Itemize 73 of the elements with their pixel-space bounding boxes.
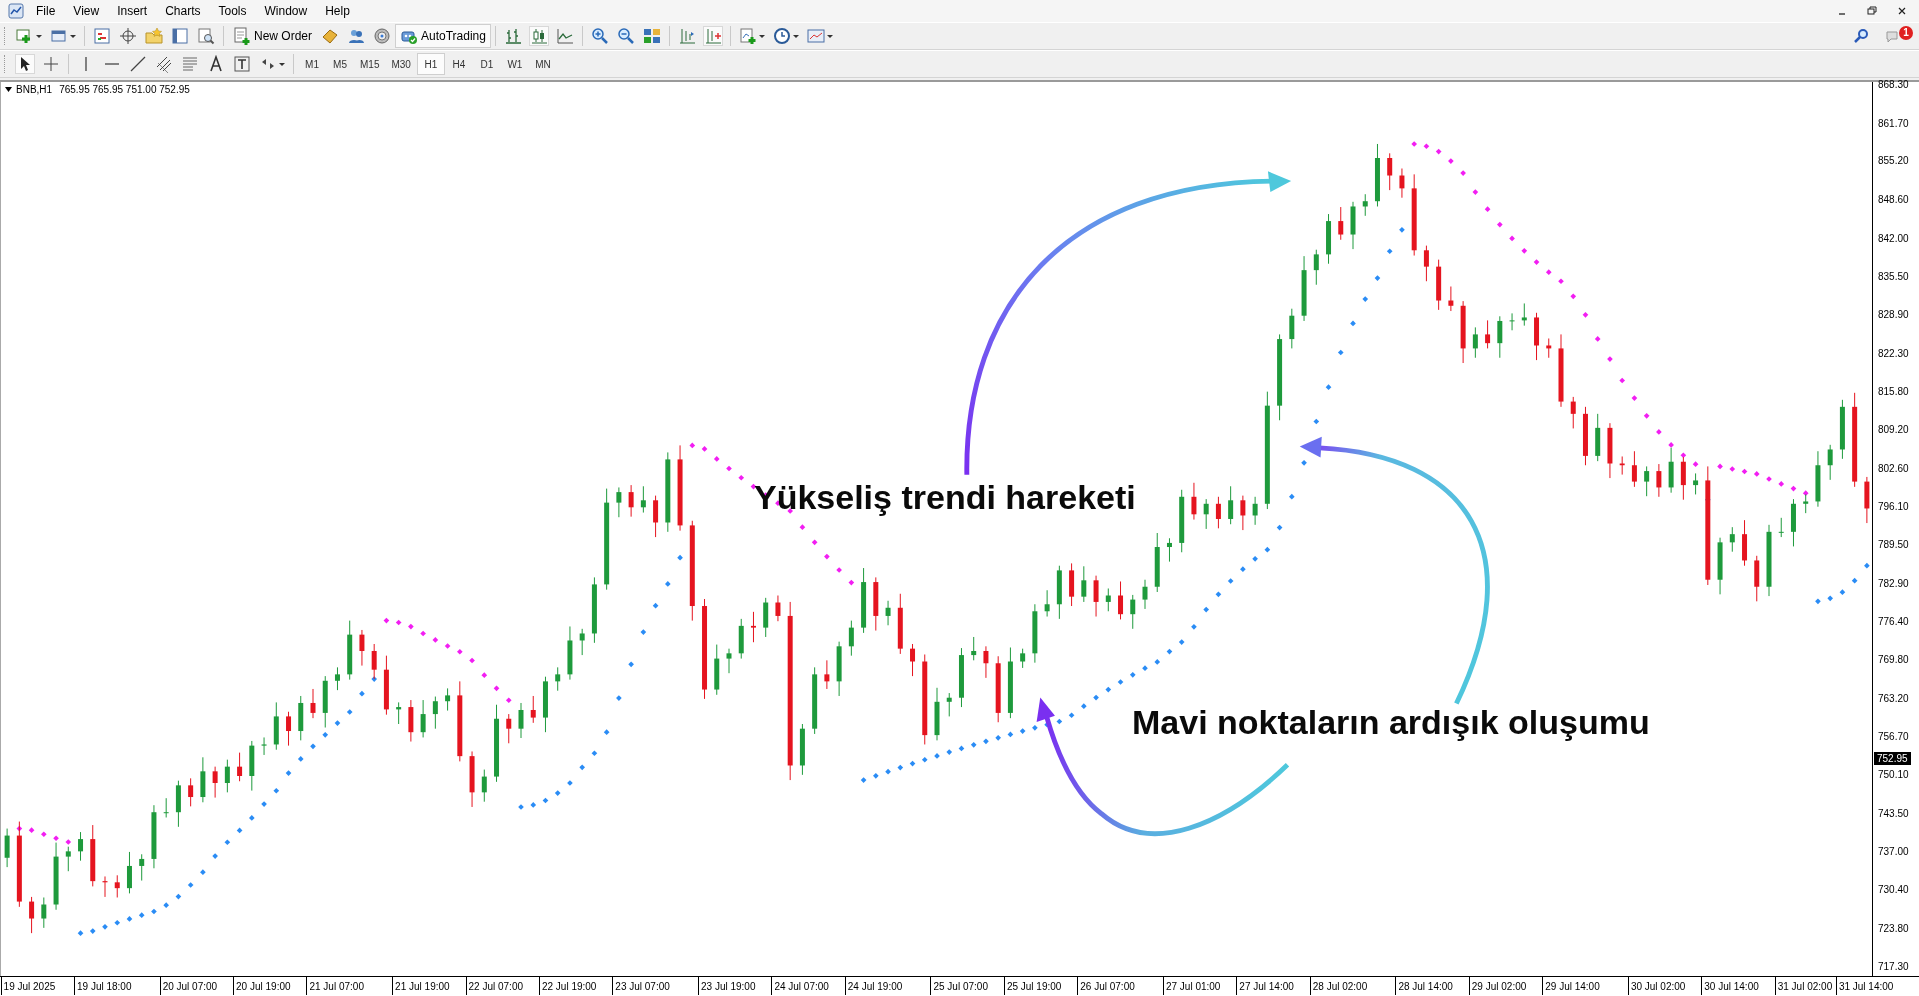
time-label: 22 Jul 07:00 (465, 977, 523, 995)
price-label: 776.40 (1877, 615, 1909, 628)
price-label: 835.50 (1877, 270, 1909, 283)
price-label: 809.20 (1877, 424, 1909, 437)
symbol-label: BNB,H1 (16, 84, 53, 95)
price-label: 828.90 (1877, 309, 1909, 322)
menu-item[interactable]: Charts (157, 2, 211, 20)
time-label: 29 Jul 14:00 (1542, 977, 1600, 995)
time-label: 29 Jul 02:00 (1468, 977, 1527, 995)
price-label: 815.80 (1877, 385, 1909, 398)
auto-trading-button[interactable]: AutoTrading (395, 24, 491, 48)
time-label: 26 Jul 07:00 (1077, 977, 1135, 995)
price-label: 756.70 (1877, 730, 1909, 743)
ohlc-values: 765.95 765.95 751.00 752.95 (59, 84, 190, 95)
price-label: 861.70 (1877, 117, 1909, 130)
time-label: 23 Jul 19:00 (698, 977, 756, 995)
menu-item[interactable]: Tools (210, 2, 257, 20)
timeframe-button[interactable]: H1 (416, 53, 445, 75)
time-label: 31 Jul 14:00 (1835, 977, 1894, 995)
time-label: 30 Jul 14:00 (1701, 977, 1759, 995)
time-label: 19 Jul 2025 (0, 977, 56, 995)
time-label: 23 Jul 07:00 (612, 977, 670, 995)
time-label: 21 Jul 07:00 (306, 977, 364, 995)
price-label: 743.50 (1877, 807, 1909, 820)
price-label: 782.90 (1877, 577, 1909, 590)
price-label: 822.30 (1877, 347, 1909, 360)
time-label: 24 Jul 19:00 (844, 977, 903, 995)
price-label: 769.80 (1877, 654, 1909, 667)
menu-item[interactable]: File (28, 2, 66, 20)
time-label: 28 Jul 02:00 (1309, 977, 1368, 995)
price-label: 855.20 (1877, 155, 1909, 168)
menu-item[interactable]: View (65, 2, 110, 20)
time-label: 31 Jul 02:00 (1774, 977, 1833, 995)
price-label: 763.20 (1877, 692, 1909, 705)
price-label: 848.60 (1877, 194, 1909, 207)
time-label: 24 Jul 07:00 (771, 977, 829, 995)
new-order-button[interactable]: New Order (228, 24, 317, 48)
notification-badge[interactable]: 1 (1899, 26, 1913, 40)
price-label: 717.30 (1877, 961, 1909, 973)
time-label: 27 Jul 14:00 (1236, 977, 1294, 995)
timeframe-button[interactable]: M1 (298, 53, 326, 75)
timeframe-button[interactable]: W1 (500, 53, 529, 75)
timeframe-button[interactable]: MN (528, 53, 557, 75)
timeframe-button[interactable]: D1 (472, 53, 501, 75)
price-label: 723.80 (1877, 923, 1909, 936)
price-label: 796.10 (1877, 500, 1909, 513)
annotation-text: Yükseliş trendi hareketi (754, 478, 1136, 517)
timeframe-button[interactable]: M15 (354, 53, 386, 75)
price-label: 842.00 (1877, 232, 1909, 245)
timeframe-button[interactable]: H4 (444, 53, 473, 75)
annotation-text: Mavi noktaların ardışık oluşumu (1132, 703, 1650, 742)
time-label: 27 Jul 01:00 (1162, 977, 1221, 995)
time-label: 21 Jul 19:00 (392, 977, 450, 995)
price-label: 750.10 (1877, 769, 1909, 782)
price-label: 789.50 (1877, 539, 1909, 552)
time-label: 25 Jul 07:00 (930, 977, 988, 995)
time-label: 19 Jul 18:00 (74, 977, 132, 995)
price-label: 868.30 (1877, 79, 1909, 91)
current-price-label: 752.95 (1874, 751, 1911, 765)
menu-item[interactable]: Window (256, 2, 318, 20)
time-label: 28 Jul 14:00 (1395, 977, 1453, 995)
time-label: 22 Jul 19:00 (538, 977, 597, 995)
price-label: 737.00 (1877, 845, 1909, 858)
menu-item[interactable]: Help (317, 2, 360, 20)
time-label: 25 Jul 19:00 (1003, 977, 1062, 995)
menu-item[interactable]: Insert (109, 2, 158, 20)
price-label: 802.60 (1877, 462, 1909, 475)
timeframe-button[interactable]: M30 (385, 53, 417, 75)
time-label: 20 Jul 07:00 (159, 977, 218, 995)
price-label: 730.40 (1877, 884, 1909, 897)
time-label: 30 Jul 02:00 (1627, 977, 1686, 995)
time-label: 20 Jul 19:00 (233, 977, 291, 995)
timeframe-button[interactable]: M5 (326, 53, 354, 75)
